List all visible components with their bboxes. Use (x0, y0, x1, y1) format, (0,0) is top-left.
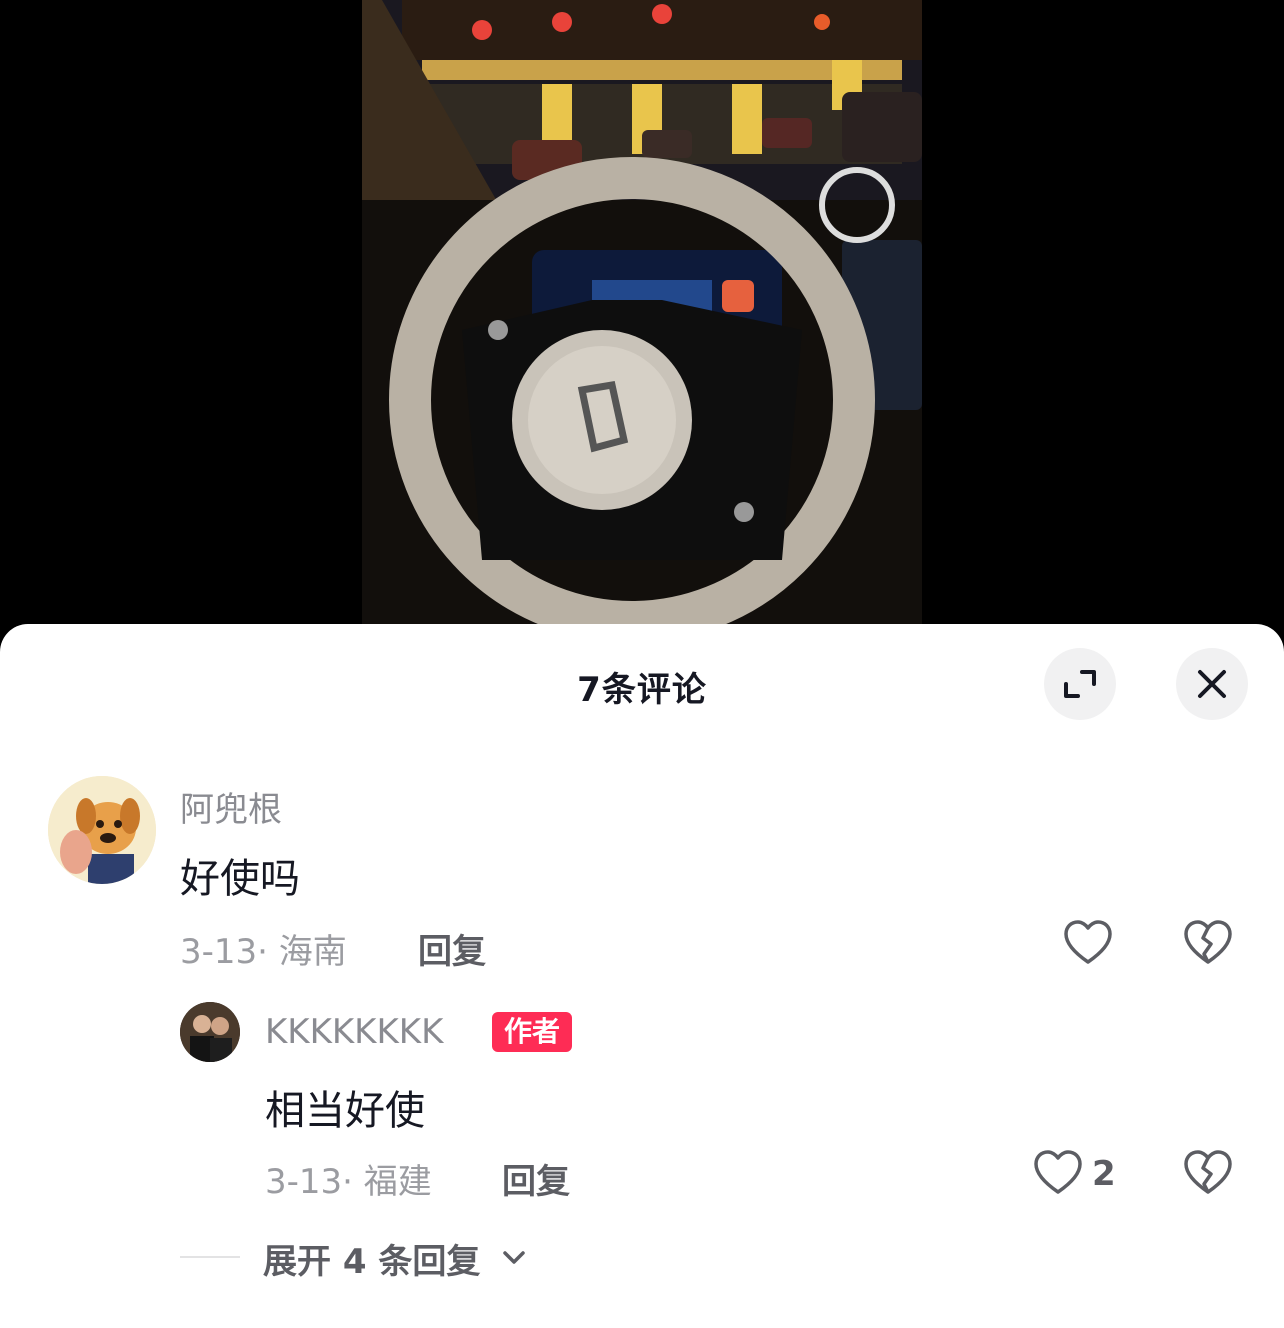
video-player[interactable] (0, 0, 1284, 660)
like-count: 2 (1092, 1154, 1116, 1194)
chevron-down-icon (503, 1251, 525, 1264)
heart-icon (1064, 920, 1112, 964)
avatar[interactable] (180, 1002, 240, 1062)
avatar-image (48, 776, 156, 884)
close-button[interactable] (1176, 648, 1248, 720)
close-icon (1198, 670, 1226, 698)
reply-button[interactable]: 回复 (502, 1154, 570, 1203)
avatar[interactable] (48, 776, 156, 884)
dislike-button[interactable] (1182, 1148, 1234, 1200)
broken-heart-icon (1184, 1150, 1232, 1194)
heart-icon (1034, 1150, 1082, 1194)
like-button[interactable] (1062, 918, 1114, 970)
comment-text: 好使吗 (180, 856, 300, 902)
broken-heart-icon (1184, 920, 1232, 964)
comment-username[interactable]: 阿兜根 (180, 782, 282, 831)
reply-button[interactable]: 回复 (418, 924, 486, 973)
comment-date-location: 3-13· 海南 (180, 932, 347, 972)
reply-date-location: 3-13· 福建 (265, 1162, 432, 1202)
dislike-button[interactable] (1182, 918, 1234, 970)
avatar-image (180, 1002, 240, 1062)
video-frame[interactable] (362, 0, 922, 640)
author-badge: 作者 (492, 1012, 573, 1052)
like-button[interactable] (1032, 1148, 1084, 1200)
divider-line (180, 1256, 240, 1258)
expand-icon (1064, 670, 1096, 698)
reply-username[interactable]: KKKKKKKK (265, 1012, 443, 1052)
video-thumbnail-image (362, 0, 922, 640)
comments-sheet: 7条评论 阿兜根 好使吗 3-13· 海南 回复 KKKKKKKK 作者 相当好… (0, 624, 1284, 1328)
reply-text: 相当好使 (265, 1088, 425, 1134)
expand-replies-button[interactable]: 展开 4 条回复 (263, 1234, 480, 1283)
expand-button[interactable] (1044, 648, 1116, 720)
